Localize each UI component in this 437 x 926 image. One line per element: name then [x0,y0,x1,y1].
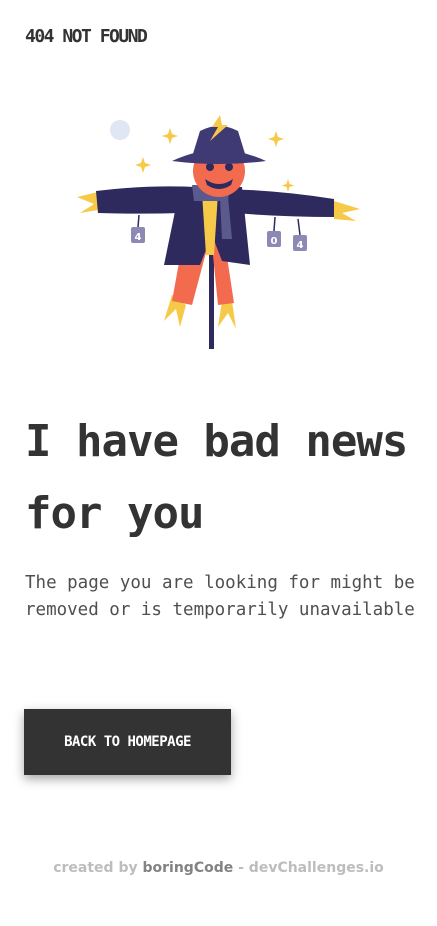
back-to-homepage-button[interactable]: BACK TO HOMEPAGE [24,709,231,775]
tag-4-left: 4 [135,232,142,243]
footer-credit: created by boringCode - devChallenges.io [0,860,437,876]
tag-4-right: 4 [297,240,304,251]
scarecrow-illustration: 4 0 4 [77,115,360,349]
page-subtext: The page you are looking for might be re… [25,573,415,620]
footer-prefix: created by [53,860,138,876]
brand-logo[interactable]: 404 NOT FOUND [25,26,148,47]
footer-author-link[interactable]: boringCode [142,860,233,876]
moon-icon [110,120,130,140]
footer-separator: - [238,860,244,876]
tag-0: 0 [271,236,278,247]
page-headline: I have bad news for you [25,416,408,539]
footer-site-link[interactable]: devChallenges.io [249,860,384,876]
